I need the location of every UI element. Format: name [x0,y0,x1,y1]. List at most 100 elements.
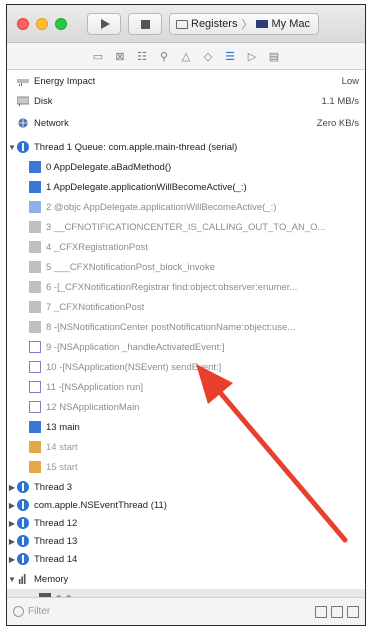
app-target-icon [176,19,188,29]
stack-frame-icon [29,261,41,273]
disclosure-expanded-icon[interactable]: ▼ [7,143,17,152]
stack-frame-row[interactable]: 4 _CFXRegistrationPost [7,237,365,257]
thread-label: Thread 1 Queue: com.apple.main-thread (s… [34,141,238,153]
thread-row[interactable]: ▶ Thread 3 [7,477,365,497]
gauge-network[interactable]: Network Zero KB/s [7,113,365,133]
stack-frame-icon [29,381,41,393]
show-crashed-threads-icon[interactable] [315,605,327,618]
disclosure-collapsed-icon[interactable]: ▶ [7,555,17,564]
close-window-button[interactable] [17,18,29,30]
stack-frame-icon [29,341,41,353]
navigator-selector-bar: ▭ ⊠ ☷ ⚲ △ ◇ ☰ ▷ ▤ [7,43,365,70]
stack-frame-icon [29,161,41,173]
issue-icon[interactable]: △ [179,49,193,63]
toolbar: Registers 〉 My Mac [7,5,365,43]
stack-frame-icon [29,241,41,253]
show-running-threads-icon[interactable] [331,605,343,618]
stack-frame-row[interactable]: 12 NSApplicationMain [7,397,365,417]
stack-frame-row[interactable]: 6 -[_CFXNotificationRegistrar find:objec… [7,277,365,297]
disk-gauge-icon [17,96,29,106]
stack-frame-row[interactable]: 8 -[NSNotificationCenter postNotificatio… [7,317,365,337]
source-control-icon[interactable]: ⊠ [113,49,127,63]
gauge-value: Low [341,75,359,87]
gauge-label: Energy Impact [34,75,96,87]
stack-frame-icon [29,201,41,213]
thread-label: Thread 3 [34,481,73,493]
zoom-window-button[interactable] [55,18,67,30]
filter-bar: Filter [7,597,365,625]
thread-icon [17,517,29,529]
disclosure-collapsed-icon[interactable]: ▶ [7,501,17,510]
disclosure-expanded-icon[interactable]: ▼ [7,575,17,584]
show-only-frames-with-debug-symbols-icon[interactable] [347,605,359,618]
stack-frame-label: 0 AppDelegate.aBadMethod() [46,161,172,173]
stack-frame-row[interactable]: 14 start [7,437,365,457]
thread-icon [17,535,29,547]
disclosure-collapsed-icon[interactable]: ▶ [7,537,17,546]
stack-frame-label: 2 @objc AppDelegate.applicationWillBecom… [46,201,277,213]
stack-frame-row[interactable]: 7 _CFXNotificationPost [7,297,365,317]
stack-frame-label: 1 AppDelegate.applicationWillBecomeActiv… [46,181,247,193]
stack-frame-icon [29,181,41,193]
stack-frame-row[interactable]: 9 -[NSApplication _handleActivatedEvent:… [7,337,365,357]
thread-icon [17,141,29,153]
stack-frame-label: 4 _CFXRegistrationPost [46,241,148,253]
run-button[interactable] [87,13,121,35]
thread-label: Thread 13 [34,535,78,547]
gauge-label: Network [34,117,69,129]
gauge-disk[interactable]: Disk 1.1 MB/s [7,91,365,111]
thread-row[interactable]: ▶ com.apple.NSEventThread (11) [7,495,365,515]
mac-icon [256,20,269,28]
debug-navigator-list: Energy Impact Low Disk 1.1 MB/s Network … [7,71,365,609]
test-icon[interactable]: ◇ [201,49,215,63]
stack-frame-icon [29,441,41,453]
memory-row[interactable]: ▼ Memory [7,569,365,589]
gauge-value: Zero KB/s [316,117,359,129]
destination-name: My Mac [271,18,310,30]
stack-frame-label: 8 -[NSNotificationCenter postNotificatio… [46,321,296,333]
scheme-selector[interactable]: Registers 〉 My Mac [169,13,319,35]
stack-frame-label: 9 -[NSApplication _handleActivatedEvent:… [46,341,225,353]
stack-frame-label: 14 start [46,441,78,453]
stack-frame-icon [29,401,41,413]
filter-placeholder: Filter [28,606,51,617]
stack-frame-row[interactable]: 1 AppDelegate.applicationWillBecomeActiv… [7,177,365,197]
report-icon[interactable]: ▤ [267,49,281,63]
stop-button[interactable] [128,13,162,35]
memory-label: Memory [34,573,69,585]
thread-row[interactable]: ▼ Thread 1 Queue: com.apple.main-thread … [7,137,365,157]
stack-frame-row[interactable]: 13 main [7,417,365,437]
stack-frame-row[interactable]: 0 AppDelegate.aBadMethod() [7,157,365,177]
breakpoint-icon[interactable]: ▷ [245,49,259,63]
gauge-value: 1.1 MB/s [321,95,360,107]
stack-frame-row[interactable]: 5 ___CFXNotificationPost_block_invoke [7,257,365,277]
gauge-energy[interactable]: Energy Impact Low [7,71,365,91]
stack-frame-row[interactable]: 11 -[NSApplication run] [7,377,365,397]
stack-frame-icon [29,281,41,293]
project-navigator-icon[interactable]: ▭ [91,49,105,63]
stack-frame-row[interactable]: 3 __CFNOTIFICATIONCENTER_IS_CALLING_OUT_… [7,217,365,237]
find-icon[interactable]: ⚲ [157,49,171,63]
disclosure-collapsed-icon[interactable]: ▶ [7,483,17,492]
debug-navigator-icon[interactable]: ☰ [223,49,237,63]
stack-frame-row[interactable]: 10 -[NSApplication(NSEvent) sendEvent:] [7,357,365,377]
minimize-window-button[interactable] [36,18,48,30]
stack-frame-label: 3 __CFNOTIFICATIONCENTER_IS_CALLING_OUT_… [46,221,326,233]
stack-frame-label: 6 -[_CFXNotificationRegistrar find:objec… [46,281,298,293]
disclosure-collapsed-icon[interactable]: ▶ [7,519,17,528]
thread-row[interactable]: ▶ Thread 12 [7,513,365,533]
stack-frame-row[interactable]: 2 @objc AppDelegate.applicationWillBecom… [7,197,365,217]
thread-row[interactable]: ▶ Thread 13 [7,531,365,551]
stack-frame-row[interactable]: 15 start [7,457,365,477]
stack-frame-label: 11 -[NSApplication run] [46,381,143,393]
thread-label: com.apple.NSEventThread (11) [34,499,167,511]
memory-icon [18,574,26,584]
stack-frame-icon [29,301,41,313]
energy-gauge-icon [17,79,29,86]
thread-icon [17,499,29,511]
stack-frame-label: 15 start [46,461,78,473]
symbol-navigator-icon[interactable]: ☷ [135,49,149,63]
thread-row[interactable]: ▶ Thread 14 [7,549,365,569]
xcode-debug-navigator-window: Registers 〉 My Mac ▭ ⊠ ☷ ⚲ △ ◇ ☰ ▷ ▤ Ene… [6,4,366,626]
filter-field[interactable]: Filter [13,606,50,617]
